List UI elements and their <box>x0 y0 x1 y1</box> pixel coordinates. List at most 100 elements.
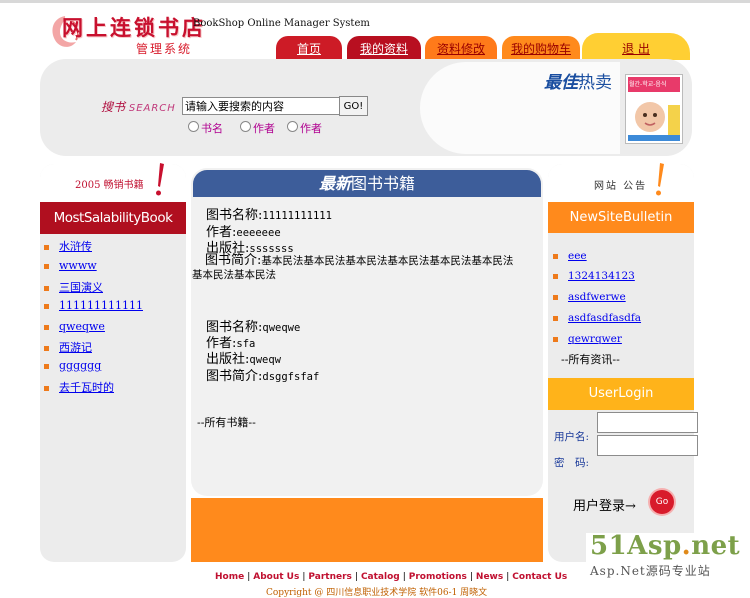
new-site-bulletin-banner: NewSiteBulletin <box>548 202 694 233</box>
bestseller-link[interactable]: wwww <box>59 259 97 272</box>
best-seller-title-strong: 最佳 <box>544 73 578 93</box>
bestseller-link[interactable]: 西游记 <box>59 341 92 354</box>
bulletin-link[interactable]: 1324134123 <box>568 270 635 282</box>
logo-subtitle: 管理系统 <box>136 42 193 56</box>
exclamation-icon <box>656 163 664 196</box>
radio-author[interactable] <box>240 121 251 132</box>
book-name-value: qweqwe <box>262 322 301 334</box>
bullet-icon <box>553 336 558 342</box>
book-intro-row: 图书简介:dsggfsfaf <box>206 365 319 384</box>
tab-shopping-cart[interactable]: 我的购物车 <box>502 36 580 60</box>
list-item: 西游记 <box>44 339 92 355</box>
list-item: eee <box>553 250 587 262</box>
user-login-banner: UserLogin <box>548 378 694 410</box>
most-salability-banner: MostSalabilityBook <box>40 202 186 234</box>
radio-book-name[interactable] <box>188 121 199 132</box>
bestseller-link[interactable]: gggggg <box>59 359 101 372</box>
list-item: asdfasdfasdfa <box>553 312 641 324</box>
latest-books-header: 最新图书书籍 <box>193 170 541 197</box>
bullet-icon <box>44 244 49 250</box>
book-intro-label: 图书简介: <box>206 369 263 384</box>
book-intro-label: 图书简介: <box>205 253 262 268</box>
center-bottom-bar <box>191 498 543 562</box>
bulletin-link[interactable]: eee <box>568 250 587 262</box>
best-seller-book-cover[interactable]: 월간-학교-음식 <box>625 74 683 144</box>
radio-author-label: 作者 <box>253 122 275 135</box>
footer-link-promotions[interactable]: Promotions <box>409 572 467 582</box>
username-input[interactable] <box>597 412 698 433</box>
password-input[interactable] <box>597 435 698 456</box>
bullet-icon <box>44 285 49 291</box>
search-label-en: SEARCH <box>128 103 176 114</box>
radio-author-2-label: 作者 <box>300 122 322 135</box>
list-item: wwww <box>44 259 97 272</box>
list-item: qweqwe <box>44 320 105 333</box>
footer-link-about[interactable]: About Us <box>253 572 299 582</box>
latest-books-title-strong: 最新 <box>318 174 351 193</box>
watermark-tagline: Asp.Net源码专业站 <box>590 564 711 578</box>
search-go-button[interactable]: GO! <box>339 96 368 116</box>
bullet-icon <box>553 315 558 321</box>
footer-link-catalog[interactable]: Catalog <box>361 572 400 582</box>
best-seller-title: 最佳热卖 <box>544 68 612 93</box>
login-go-button[interactable]: Go <box>650 490 674 514</box>
search-input[interactable] <box>182 97 340 115</box>
footer-link-partners[interactable]: Partners <box>308 572 351 582</box>
book-intro-row: 图书简介:基本民法基本民法基本民法基本民法基本民法基本民法基本民法基本民法 <box>192 254 522 282</box>
list-item: qewrqwer <box>553 333 622 345</box>
watermark-logo-part2: net <box>691 531 741 561</box>
watermark-logo: 51Asp.net <box>590 531 740 561</box>
footer-link-home[interactable]: Home <box>215 572 244 582</box>
username-label: 用户名: <box>554 431 590 443</box>
logo-title: 网上连锁书店 <box>62 15 206 40</box>
search-label: 搜书 SEARCH <box>101 98 176 115</box>
footer-links: Home | About Us | Partners | Catalog | Promotion… <box>215 572 568 582</box>
radio-author-2[interactable] <box>287 121 298 132</box>
list-item: 1324134123 <box>553 270 635 282</box>
best-seller-title-rest: 热卖 <box>578 73 612 93</box>
watermark-logo-dot: . <box>681 531 692 561</box>
list-item: 三国演义 <box>44 279 103 295</box>
list-item: asdfwerwe <box>553 291 626 303</box>
tab-edit-profile[interactable]: 资料修改 <box>425 36 497 60</box>
bullet-icon <box>44 324 49 330</box>
bestseller-link[interactable]: qweqwe <box>59 320 105 333</box>
tab-home[interactable]: 首页 <box>276 36 342 60</box>
list-item: 水浒传 <box>44 238 92 254</box>
left-sidebar-header: 2005 畅销书籍 <box>75 180 144 191</box>
bullet-icon <box>44 385 49 391</box>
logo-english: BookShop Online Manager System <box>193 18 370 29</box>
radio-book-name-label: 书名 <box>201 122 223 135</box>
latest-books-title-rest: 图书书籍 <box>351 174 416 193</box>
list-item: 去千瓦时的 <box>44 379 114 395</box>
footer-link-contact[interactable]: Contact Us <box>512 572 567 582</box>
bestseller-link[interactable]: 三国演义 <box>59 281 103 294</box>
book-intro-value: dsggfsfaf <box>262 371 320 383</box>
tab-logout[interactable]: 退 出 <box>582 33 690 60</box>
footer-link-news[interactable]: News <box>476 572 503 582</box>
bullet-icon <box>44 345 49 351</box>
bestseller-link[interactable]: 111111111111 <box>59 299 143 312</box>
bullet-icon <box>44 263 49 269</box>
bulletin-link[interactable]: asdfasdfasdfa <box>568 312 641 324</box>
all-info-link[interactable]: --所有资讯-- <box>561 351 620 367</box>
bestseller-link[interactable]: 水浒传 <box>59 240 92 253</box>
all-books-link[interactable]: --所有书籍-- <box>197 414 256 430</box>
exclamation-icon <box>156 163 164 196</box>
watermark-logo-part1: 51Asp <box>590 531 682 561</box>
top-border <box>0 0 750 3</box>
bullet-icon <box>553 294 558 300</box>
bestseller-link[interactable]: 去千瓦时的 <box>59 381 114 394</box>
bullet-icon <box>44 303 49 309</box>
bullet-icon <box>553 253 558 259</box>
password-label: 密 码: <box>554 457 590 469</box>
tab-my-profile[interactable]: 我的资料 <box>347 36 421 60</box>
user-login-label: 用户登录→ <box>573 499 636 514</box>
list-item: 111111111111 <box>44 299 143 312</box>
right-sidebar-header: 网站 公告 <box>594 181 648 192</box>
bulletin-link[interactable]: asdfwerwe <box>568 291 626 303</box>
search-label-cn: 搜书 <box>101 100 126 114</box>
bullet-icon <box>44 363 49 369</box>
bulletin-link[interactable]: qewrqwer <box>568 333 622 345</box>
list-item: gggggg <box>44 359 101 372</box>
